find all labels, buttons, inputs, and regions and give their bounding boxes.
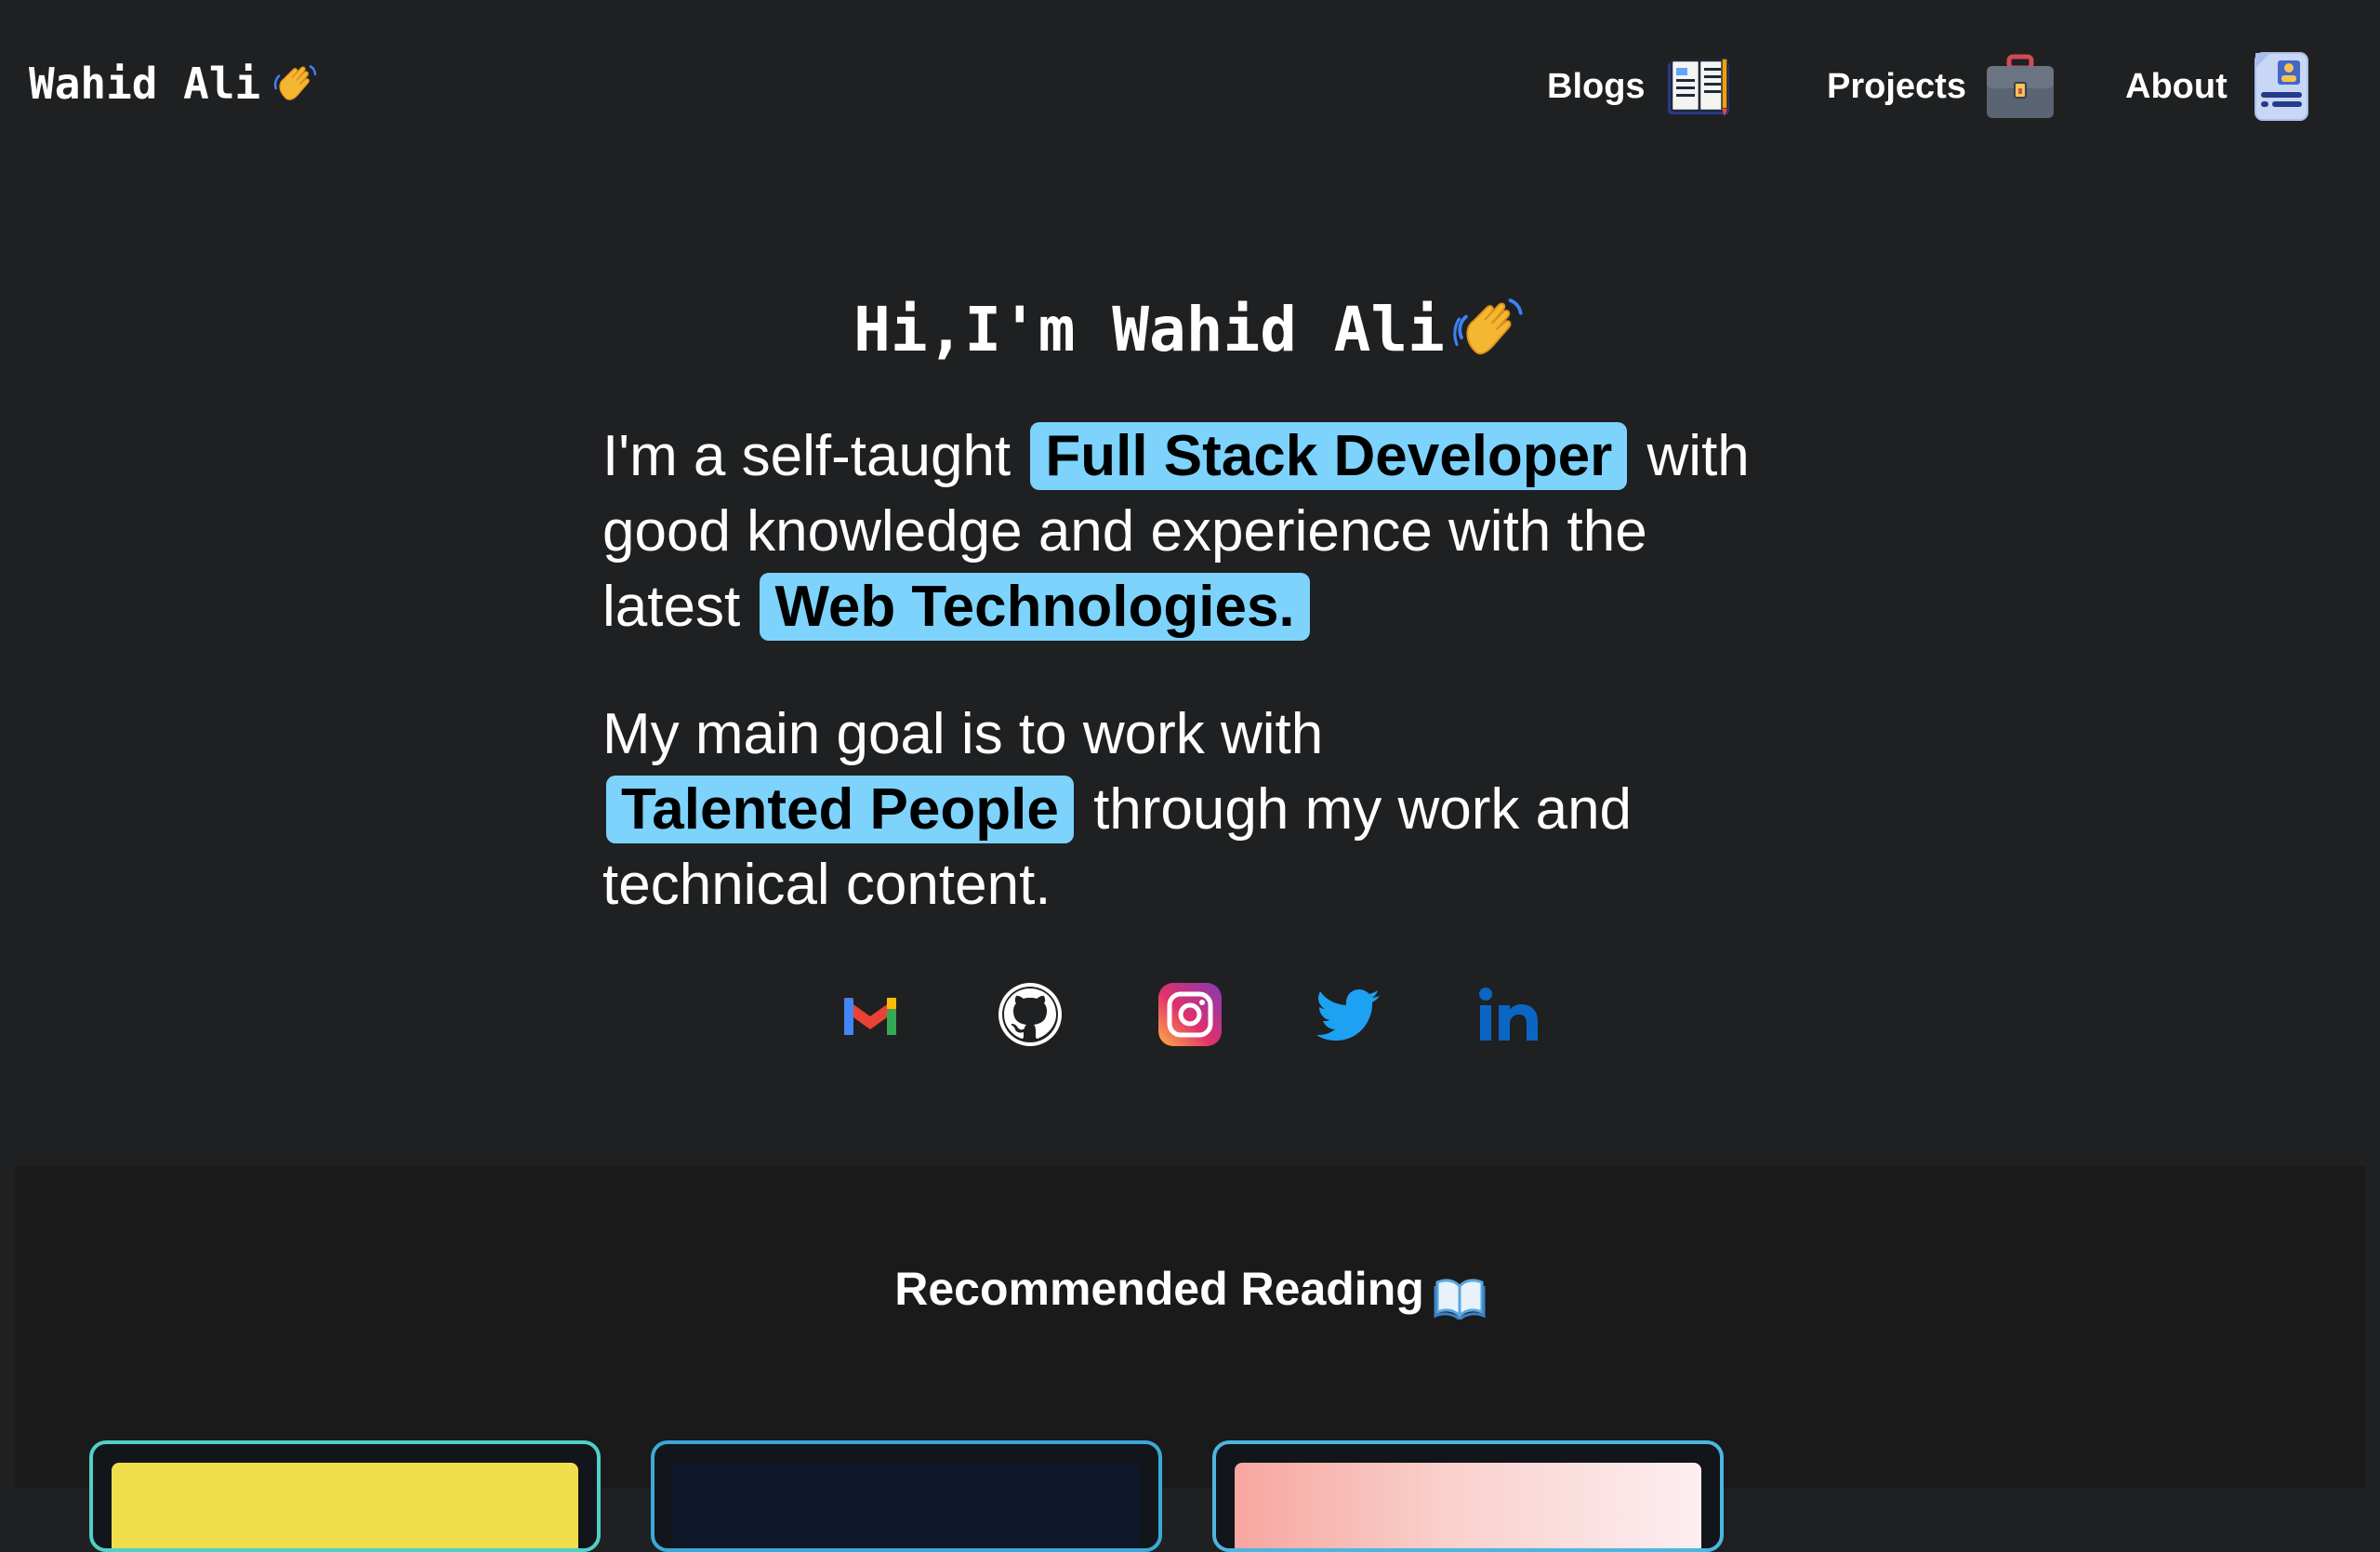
linkedin-icon [1476,981,1543,1048]
nav-link-about[interactable]: About [2125,46,2319,126]
waving-hand-icon [270,58,320,110]
section-title-text: Recommended Reading [894,1263,1424,1315]
reading-card[interactable] [651,1440,1162,1552]
open-book-icon [1434,1267,1486,1321]
linkedin-link[interactable] [1476,981,1543,1048]
twitter-link[interactable] [1316,981,1383,1048]
section-title: Recommended Reading [15,1252,2365,1326]
nav-link-projects[interactable]: Projects [1827,46,2057,126]
reading-card[interactable] [1212,1440,1724,1552]
brand-name: Wahid Ali [29,59,261,109]
intro-paragraph: I'm a self-taught Full Stack Developer w… [602,418,1774,644]
waving-hand-icon [1452,291,1527,365]
nav-link-label: About [2125,66,2228,106]
instagram-link[interactable] [1157,981,1223,1048]
nav-link-blogs[interactable]: Blogs [1547,46,1737,126]
brand-link[interactable]: Wahid Ali [29,56,320,112]
social-links [837,981,1543,1048]
navbar: Wahid Ali Blogs Projects About [0,0,2380,167]
reading-card[interactable] [89,1440,601,1552]
card-thumbnail [1235,1463,1701,1548]
intro-text-before: I'm a self-taught [602,424,1012,488]
instagram-icon [1157,981,1223,1048]
github-icon [997,981,1064,1048]
highlight-web-technologies: Web Technologies. [760,573,1310,641]
goal-text-before: My main goal is to work with [602,702,1324,766]
id-card-icon [2244,49,2319,124]
highlight-full-stack-developer: Full Stack Developer [1030,422,1628,490]
recommended-reading-section: Recommended Reading [15,1166,2365,1552]
goal-paragraph: My main goal is to work with Talented Pe… [602,696,1774,922]
card-thumbnail [673,1463,1140,1548]
nav-link-label: Blogs [1547,66,1646,106]
book-reading-icon [1662,49,1737,124]
nav-link-label: Projects [1827,66,1966,106]
highlight-talented-people: Talented People [606,776,1074,843]
github-link[interactable] [997,981,1064,1048]
hero-title-text: Hi,I'm Wahid Ali [853,294,1445,365]
gmail-link[interactable] [837,981,904,1048]
gmail-icon [837,981,904,1048]
card-thumbnail [112,1463,578,1548]
twitter-icon [1316,981,1383,1048]
hero-title: Hi,I'm Wahid Ali [0,288,2380,372]
briefcase-icon [1983,49,2057,124]
